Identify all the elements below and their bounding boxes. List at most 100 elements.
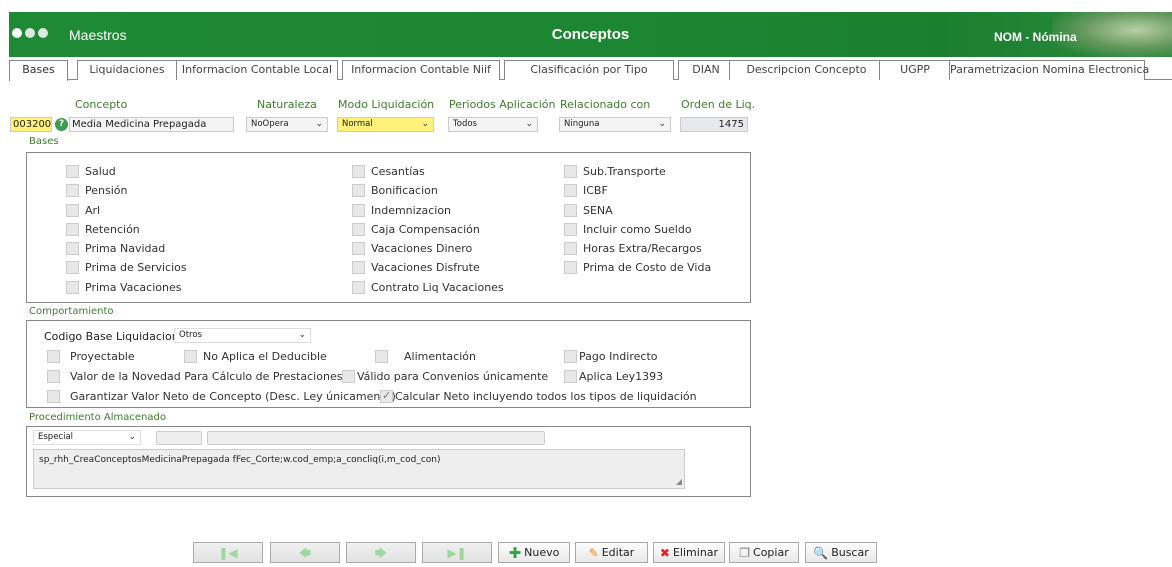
tab-clasificacion-tipo[interactable]: Clasificación por Tipo	[504, 60, 674, 80]
checkbox-icon[interactable]	[66, 242, 79, 255]
checkbox-valido-convenios[interactable]: Válido para Convenios únicamente	[342, 370, 548, 383]
checkbox-icon[interactable]	[66, 165, 79, 178]
procedimiento-title: Procedimiento Almacenado	[29, 412, 166, 423]
checkbox-icon[interactable]	[47, 390, 60, 403]
tab-bases[interactable]: Bases	[9, 60, 68, 81]
checkbox-icon[interactable]	[66, 184, 79, 197]
checkbox-icon[interactable]	[564, 223, 577, 236]
next-record-button[interactable]: 🡆	[346, 542, 416, 563]
checkbox-icon[interactable]	[564, 370, 577, 383]
relacionado-con-label: Relacionado con	[560, 98, 651, 111]
buscar-button[interactable]: 🔍 Buscar	[805, 542, 877, 563]
checkbox-contrato-liq-vacaciones[interactable]: Contrato Liq Vacaciones	[352, 281, 504, 294]
procedimiento-code-input[interactable]	[156, 431, 202, 445]
checkbox-icon[interactable]	[352, 281, 365, 294]
checkbox-icon[interactable]	[47, 370, 60, 383]
nuevo-button[interactable]: ✚ Nuevo	[498, 542, 570, 563]
checkbox-icon[interactable]	[352, 165, 365, 178]
checkbox-icon[interactable]	[352, 184, 365, 197]
pencil-icon: ✎	[588, 545, 599, 560]
naturaleza-select[interactable]: NoOpera ⌄	[246, 117, 328, 132]
procedimiento-text: sp_rhh_CreaConceptosMedicinaPrepagada fF…	[39, 455, 441, 465]
previous-record-button[interactable]: 🡄	[270, 542, 340, 563]
checkbox-incluir-sueldo[interactable]: Incluir como Sueldo	[564, 223, 692, 236]
checkbox-icon[interactable]	[352, 204, 365, 217]
help-icon[interactable]: ?	[55, 118, 68, 131]
chevron-down-icon: ⌄	[421, 119, 429, 129]
concepto-name-field[interactable]: Media Medicina Prepagada	[69, 117, 234, 132]
checkbox-icon[interactable]	[66, 204, 79, 217]
checkbox-icon[interactable]	[66, 223, 79, 236]
checkbox-icon[interactable]	[66, 261, 79, 274]
modo-liquidacion-select[interactable]: Normal ⌄	[337, 117, 434, 132]
checkbox-prima-costo-vida[interactable]: Prima de Costo de Vida	[564, 261, 711, 274]
chevron-down-icon: ⌄	[525, 119, 533, 129]
checkbox-icon[interactable]	[47, 350, 60, 363]
tab-ugpp[interactable]: UGPP	[879, 60, 951, 80]
checkbox-cesantias[interactable]: Cesantías	[352, 165, 425, 178]
checkbox-arl[interactable]: Arl	[66, 204, 100, 217]
checkbox-alimentacion[interactable]: Alimentación	[375, 350, 476, 363]
checkbox-icon[interactable]	[375, 350, 388, 363]
codigo-base-select[interactable]: Otros ⌄	[174, 328, 311, 343]
checkbox-pago-indirecto[interactable]: Pago Indirecto	[564, 350, 657, 363]
checkbox-prima-navidad[interactable]: Prima Navidad	[66, 242, 165, 255]
checkbox-icon[interactable]	[564, 184, 577, 197]
concepto-code-field[interactable]: 003200	[10, 117, 52, 132]
checkbox-icon[interactable]	[564, 261, 577, 274]
checkbox-bonificacion[interactable]: Bonificacion	[352, 184, 438, 197]
checkbox-icon[interactable]	[564, 165, 577, 178]
last-record-button[interactable]: ▶❚	[422, 542, 492, 563]
right-arrow-icon: 🡆	[374, 545, 388, 560]
checkbox-prima-servicios[interactable]: Prima de Servicios	[66, 261, 187, 274]
checkbox-indemnizacion[interactable]: Indemnizacion	[352, 204, 451, 217]
checkbox-salud[interactable]: Salud	[66, 165, 116, 178]
copiar-button[interactable]: ❐ Copiar	[729, 542, 799, 563]
concepto-label: Concepto	[75, 98, 128, 111]
comportamiento-title: Comportamiento	[29, 306, 114, 317]
checkbox-aplica-ley1393[interactable]: Aplica Ley1393	[564, 370, 663, 383]
procedimiento-name-input[interactable]	[207, 431, 545, 445]
checkbox-sub-transporte[interactable]: Sub.Transporte	[564, 165, 666, 178]
checkbox-calcular-neto[interactable]: Calcular Neto incluyendo todos los tipos…	[380, 389, 697, 403]
checkbox-pension[interactable]: Pensión	[66, 184, 127, 197]
checkbox-icon[interactable]	[352, 242, 365, 255]
checkbox-icon[interactable]	[564, 204, 577, 217]
editar-button[interactable]: ✎ Editar	[575, 542, 648, 563]
checkbox-caja-compensacion[interactable]: Caja Compensación	[352, 223, 480, 236]
tab-dian[interactable]: DIAN	[678, 60, 734, 80]
checkbox-vacaciones-dinero[interactable]: Vacaciones Dinero	[352, 242, 472, 255]
tab-parametrizacion-nomina-electronica[interactable]: Parametrizacion Nomina Electronica	[949, 60, 1149, 80]
checkbox-horas-extra[interactable]: Horas Extra/Recargos	[564, 242, 702, 255]
checkbox-retencion[interactable]: Retención	[66, 223, 140, 236]
procedimiento-tipo-select[interactable]: Especial ⌄	[33, 430, 141, 445]
checkbox-prima-vacaciones[interactable]: Prima Vacaciones	[66, 281, 181, 294]
checkbox-sena[interactable]: SENA	[564, 204, 613, 217]
procedimiento-textarea[interactable]: sp_rhh_CreaConceptosMedicinaPrepagada fF…	[33, 449, 685, 489]
relacionado-con-select[interactable]: Ninguna ⌄	[559, 117, 671, 132]
checkbox-icon[interactable]	[342, 370, 355, 383]
resize-grip-icon[interactable]: ◢	[676, 477, 682, 486]
checkbox-icon[interactable]	[564, 242, 577, 255]
periodos-aplicacion-select[interactable]: Todos ⌄	[448, 117, 538, 132]
checkbox-proyectable[interactable]: Proyectable	[47, 350, 135, 363]
tab-informacion-contable-niif[interactable]: Informacion Contable Niif	[342, 60, 500, 80]
tab-descripcion-concepto[interactable]: Descripcion Concepto	[729, 60, 884, 80]
checkbox-icon[interactable]	[564, 350, 577, 363]
tab-informacion-contable-local[interactable]: Informacion Contable Local	[176, 60, 338, 80]
checkbox-valor-novedad[interactable]: Valor de la Novedad Para Cálculo de Pres…	[47, 370, 342, 383]
first-record-button[interactable]: ❚◀	[193, 542, 263, 563]
checkbox-icon[interactable]	[66, 281, 79, 294]
checkbox-no-aplica-deducible[interactable]: No Aplica el Deducible	[184, 350, 327, 363]
orden-liq-field[interactable]: 1475	[680, 117, 748, 132]
checkbox-garantizar-valor-neto[interactable]: Garantizar Valor Neto de Concepto (Desc.…	[47, 390, 396, 403]
checkbox-icon[interactable]	[352, 223, 365, 236]
eliminar-button[interactable]: ✖ Eliminar	[653, 542, 725, 563]
tab-liquidaciones[interactable]: Liquidaciones	[77, 60, 177, 80]
checkmark-icon[interactable]	[380, 389, 393, 403]
module-name: NOM - Nómina	[994, 30, 1077, 44]
checkbox-icon[interactable]	[184, 350, 197, 363]
checkbox-vacaciones-disfrute[interactable]: Vacaciones Disfrute	[352, 261, 480, 274]
checkbox-icon[interactable]	[352, 261, 365, 274]
checkbox-icbf[interactable]: ICBF	[564, 184, 608, 197]
